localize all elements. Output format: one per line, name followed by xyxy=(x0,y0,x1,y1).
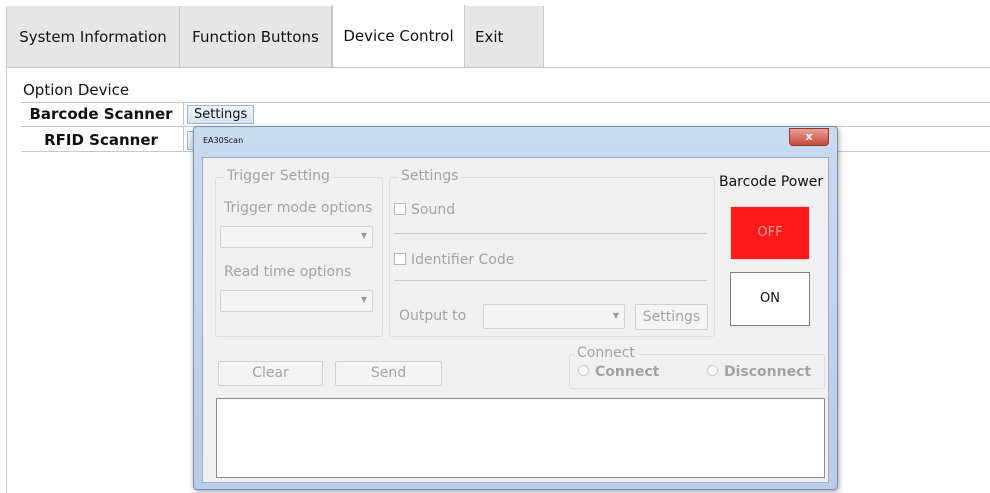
settings-title: Settings xyxy=(398,168,462,184)
radio-icon xyxy=(707,365,718,376)
power-on-button[interactable]: ON xyxy=(730,272,810,326)
barcode-settings-button[interactable]: Settings xyxy=(187,105,255,124)
radio-icon xyxy=(578,365,589,376)
device-name-barcode: Barcode Scanner xyxy=(29,105,173,123)
disconnect-radio[interactable]: Disconnect xyxy=(707,364,811,380)
sound-checkbox[interactable]: Sound xyxy=(394,202,455,218)
output-log[interactable] xyxy=(216,398,825,478)
tab-bar: System Information Function Buttons Devi… xyxy=(7,5,990,68)
divider xyxy=(394,233,707,234)
device-name-rfid: RFID Scanner xyxy=(44,131,158,149)
checkbox-icon xyxy=(394,203,406,215)
disconnect-radio-label: Disconnect xyxy=(724,364,812,380)
settings-group: Settings Sound Identifier Code Output to… xyxy=(389,168,715,337)
close-button[interactable]: x xyxy=(789,128,829,146)
connect-radio-label: Connect xyxy=(595,364,660,380)
chevron-down-icon: ▼ xyxy=(612,311,619,320)
divider xyxy=(394,280,707,281)
checkbox-icon xyxy=(394,253,406,265)
read-time-label: Read time options xyxy=(224,264,352,280)
output-to-select[interactable]: ▼ xyxy=(483,304,625,329)
output-settings-button[interactable]: Settings xyxy=(635,304,708,330)
row-divider xyxy=(183,127,184,152)
output-to-label: Output to xyxy=(399,308,467,324)
row-divider xyxy=(183,103,184,125)
trigger-setting-title: Trigger Setting xyxy=(224,168,333,184)
chevron-down-icon: ▼ xyxy=(360,295,367,304)
tab-device-control[interactable]: Device Control xyxy=(332,5,465,67)
power-off-button[interactable]: OFF xyxy=(730,206,810,260)
sound-label: Sound xyxy=(411,202,456,218)
identifier-code-checkbox[interactable]: Identifier Code xyxy=(394,252,514,268)
dialog-title: EA30Scan xyxy=(203,136,244,145)
trigger-mode-label: Trigger mode options xyxy=(224,200,373,216)
device-row-barcode: Barcode Scanner Settings xyxy=(21,102,990,125)
trigger-mode-select[interactable]: ▼ xyxy=(220,226,373,248)
connect-group: Connect Connect Disconnect xyxy=(569,345,825,389)
ea30scan-dialog: EA30Scan x Trigger Setting Trigger mode … xyxy=(193,126,838,490)
tab-exit[interactable]: Exit xyxy=(465,6,544,67)
clear-button[interactable]: Clear xyxy=(218,361,323,386)
send-button[interactable]: Send xyxy=(335,361,442,386)
trigger-setting-group: Trigger Setting Trigger mode options ▼ R… xyxy=(215,168,383,337)
tab-system-information[interactable]: System Information xyxy=(7,6,180,67)
option-device-label: Option Device xyxy=(23,81,130,99)
chevron-down-icon: ▼ xyxy=(360,231,367,240)
dialog-client: Trigger Setting Trigger mode options ▼ R… xyxy=(202,157,829,483)
connect-radio[interactable]: Connect xyxy=(578,364,659,380)
identifier-code-label: Identifier Code xyxy=(411,252,515,268)
connect-title: Connect xyxy=(574,345,638,361)
read-time-select[interactable]: ▼ xyxy=(220,290,373,312)
barcode-power-label: Barcode Power xyxy=(719,174,824,190)
tab-function-buttons[interactable]: Function Buttons xyxy=(180,6,332,67)
